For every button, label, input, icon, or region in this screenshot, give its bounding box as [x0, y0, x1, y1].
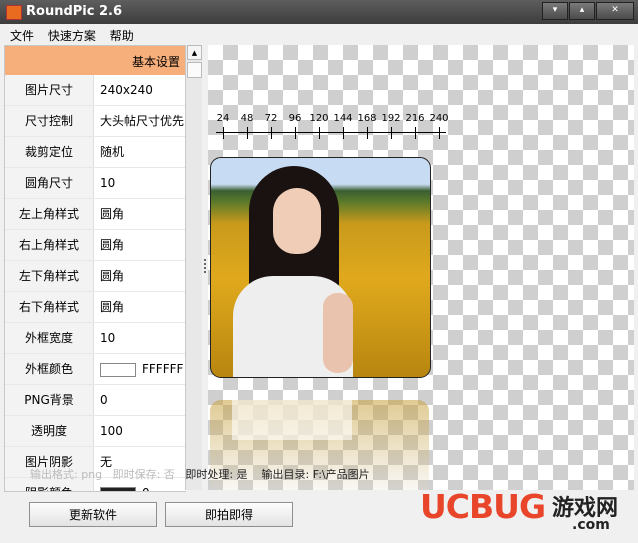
prop-key: 外框宽度: [5, 323, 94, 353]
prop-row-top-left-style[interactable]: 左上角样式 圆角: [5, 199, 186, 230]
ruler-tick: [391, 127, 392, 139]
menu-quick-scheme[interactable]: 快速方案: [43, 24, 101, 44]
ruler-tick: [247, 127, 248, 139]
update-software-button[interactable]: 更新软件: [29, 502, 157, 527]
ruler-tick: [271, 127, 272, 139]
close-button[interactable]: ✕: [596, 2, 634, 20]
prop-row-bottom-right-style[interactable]: 右下角样式 圆角: [5, 292, 186, 323]
logo-suffix: .com: [572, 517, 610, 533]
minimize-button[interactable]: ▾: [542, 2, 568, 20]
section-header[interactable]: 基本设置: [5, 46, 186, 75]
prop-row-image-size[interactable]: 图片尺寸 240x240: [5, 75, 186, 106]
ruler-label: 120: [309, 113, 329, 124]
window-title: RoundPic 2.6: [26, 4, 123, 19]
ruler-label: 216: [405, 113, 425, 124]
ruler-label: 168: [357, 113, 377, 124]
section-header-label: 基本设置: [131, 55, 180, 69]
prop-row-bottom-left-style[interactable]: 左下角样式 圆角: [5, 261, 186, 292]
ruler-tick: [319, 127, 320, 139]
prop-row-border-width[interactable]: 外框宽度 10: [5, 323, 186, 354]
prop-key: 右上角样式: [5, 230, 94, 260]
prop-value[interactable]: 10: [100, 323, 115, 353]
status-output-format: 输出格式: png: [30, 468, 103, 481]
reflection-dress: [232, 400, 352, 440]
prop-key: 裁剪定位: [5, 137, 94, 167]
size-ruler: 24 48 72 96 120 144 168 192 216 240: [208, 113, 458, 143]
prop-key: PNG背景: [5, 385, 94, 415]
status-line: 输出格式: png 即时保存: 否 即时处理: 是 输出目录: F:\产品图片: [30, 466, 370, 482]
scroll-thumb[interactable]: [187, 62, 202, 78]
color-value: FFFFFF: [142, 362, 184, 376]
maximize-button[interactable]: ▴: [569, 2, 595, 20]
status-instant-save: 即时保存: 否: [112, 468, 175, 481]
prop-row-crop-position[interactable]: 裁剪定位 随机: [5, 137, 186, 168]
logo-brand: UCBUG: [420, 487, 546, 526]
app-icon: [6, 5, 22, 20]
ruler-tick: [223, 127, 224, 139]
prop-row-png-background[interactable]: PNG背景 0: [5, 385, 186, 416]
settings-panel: 基本设置 图片尺寸 240x240 尺寸控制 大头帖尺寸优先 裁剪定位 随机 圆角尺寸…: [4, 45, 186, 492]
color-value: 0: [142, 486, 150, 491]
ruler-label: 48: [240, 113, 254, 124]
preview-canvas: 24 48 72 96 120 144 168 192 216 240: [208, 45, 634, 490]
prop-value[interactable]: 圆角: [100, 292, 124, 322]
ruler-tick: [343, 127, 344, 139]
color-swatch[interactable]: [100, 362, 136, 377]
status-output-dir: 输出目录: F:\产品图片: [261, 468, 370, 481]
menu-bar: 文件 快速方案 帮助: [0, 24, 638, 44]
prop-value[interactable]: 圆角: [100, 199, 124, 229]
prop-key: 图片尺寸: [5, 75, 94, 105]
prop-key: 左下角样式: [5, 261, 94, 291]
ruler-line: [216, 132, 446, 133]
scroll-up-icon[interactable]: ▲: [187, 45, 202, 60]
ruler-tick: [367, 127, 368, 139]
menu-help[interactable]: 帮助: [105, 24, 139, 44]
color-swatch[interactable]: [100, 486, 136, 491]
prop-value[interactable]: 圆角: [100, 261, 124, 291]
prop-value[interactable]: 240x240: [100, 75, 153, 105]
ucbug-logo: UCBUG 游戏网 .com: [420, 484, 632, 540]
prop-value[interactable]: 圆角: [100, 230, 124, 260]
prop-key: 左上角样式: [5, 199, 94, 229]
prop-row-top-right-style[interactable]: 右上角样式 圆角: [5, 230, 186, 261]
ruler-label: 144: [333, 113, 353, 124]
prop-value[interactable]: 随机: [100, 137, 124, 167]
settings-scrollbar[interactable]: ▲: [185, 45, 203, 490]
ruler-label: 24: [216, 113, 230, 124]
preview-image: [210, 157, 431, 378]
prop-key: 圆角尺寸: [5, 168, 94, 198]
prop-row-border-color[interactable]: 外框颜色 FFFFFF: [5, 354, 186, 385]
prop-row-size-control[interactable]: 尺寸控制 大头帖尺寸优先: [5, 106, 186, 137]
ruler-label: 72: [264, 113, 278, 124]
status-instant-process: 即时处理: 是: [185, 468, 248, 481]
prop-value[interactable]: 大头帖尺寸优先: [100, 106, 184, 136]
ruler-label: 96: [288, 113, 302, 124]
ruler-label: 192: [381, 113, 401, 124]
prop-value[interactable]: 0: [100, 385, 108, 415]
menu-file[interactable]: 文件: [0, 24, 39, 44]
prop-value[interactable]: 100: [100, 416, 123, 446]
prop-value[interactable]: FFFFFF: [100, 354, 183, 384]
capture-button[interactable]: 即拍即得: [165, 502, 293, 527]
ruler-tick: [439, 127, 440, 139]
prop-key: 透明度: [5, 416, 94, 446]
prop-value[interactable]: 10: [100, 168, 115, 198]
photo-face: [273, 188, 321, 254]
ruler-tick: [295, 127, 296, 139]
prop-key: 外框颜色: [5, 354, 94, 384]
prop-key: 尺寸控制: [5, 106, 94, 136]
prop-row-corner-size[interactable]: 圆角尺寸 10: [5, 168, 186, 199]
ruler-tick: [415, 127, 416, 139]
title-bar: RoundPic 2.6 ▾ ▴ ✕: [0, 0, 638, 24]
photo-arm: [323, 293, 353, 373]
prop-key: 右下角样式: [5, 292, 94, 322]
ruler-label: 240: [429, 113, 449, 124]
prop-row-opacity[interactable]: 透明度 100: [5, 416, 186, 447]
